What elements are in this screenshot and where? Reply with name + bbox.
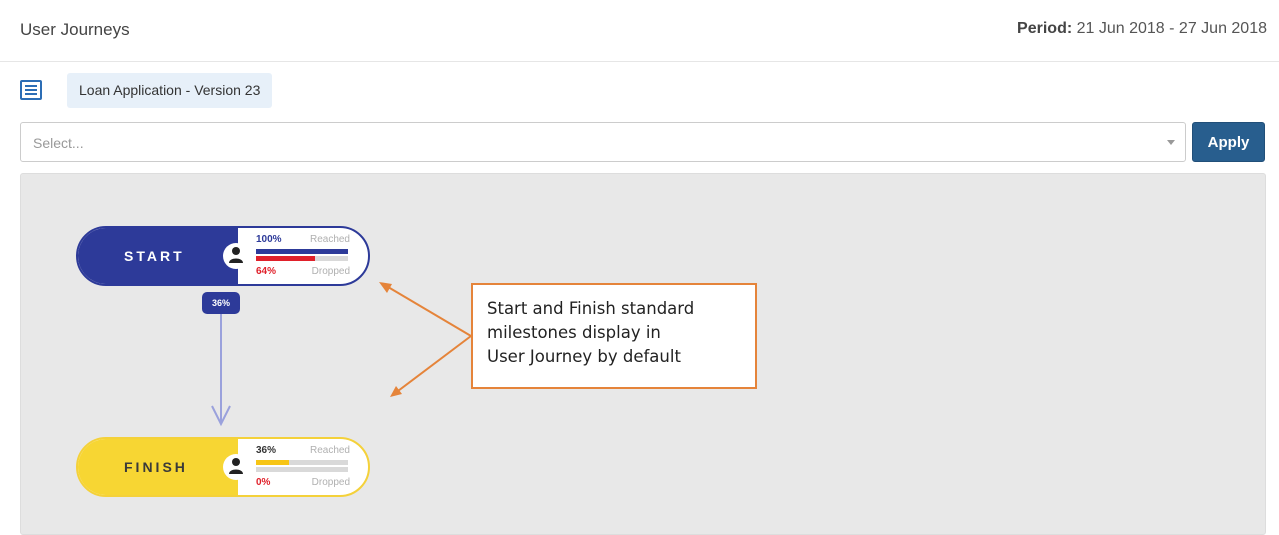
dropped-bar	[256, 256, 348, 261]
callout-line: milestones display in	[487, 323, 661, 342]
list-icon[interactable]	[20, 80, 42, 100]
page-header: User Journeys Period: 21 Jun 2018 - 27 J…	[0, 0, 1279, 62]
reached-stat: 36% Reached	[256, 445, 350, 456]
callout-arrow-finish	[393, 335, 472, 395]
annotation-callout: Start and Finish standard milestones dis…	[471, 283, 757, 389]
reached-bar-fill	[256, 249, 348, 254]
period-value: 21 Jun 2018 - 27 Jun 2018	[1076, 20, 1267, 37]
person-icon	[229, 458, 243, 474]
chevron-down-icon[interactable]	[1167, 140, 1175, 145]
conversion-badge: 36%	[202, 292, 240, 314]
apply-button[interactable]: Apply	[1192, 122, 1265, 162]
arrowhead-icon	[379, 282, 392, 293]
dropped-stat: 64% Dropped	[256, 266, 350, 277]
milestone-select[interactable]: Select...	[20, 122, 1186, 162]
reached-bar-fill	[256, 460, 290, 465]
journey-chip[interactable]: Loan Application - Version 23	[67, 73, 273, 108]
callout-line: User Journey by default	[487, 347, 681, 366]
milestone-label: START	[124, 248, 185, 264]
dropped-bar-fill	[256, 256, 315, 261]
page-title: User Journeys	[20, 20, 130, 39]
journey-canvas: START 100% Reached 64% Dropped 36% FINIS…	[20, 173, 1266, 535]
person-icon	[229, 247, 243, 263]
dropped-bar	[256, 467, 348, 472]
milestone-start[interactable]: START 100% Reached 64% Dropped	[76, 226, 370, 286]
dropped-stat: 0% Dropped	[256, 477, 350, 488]
milestone-label: FINISH	[124, 459, 188, 475]
reached-stat: 100% Reached	[256, 234, 350, 245]
arrowhead-icon	[390, 386, 402, 397]
reached-bar	[256, 460, 348, 465]
select-placeholder: Select...	[33, 135, 84, 151]
period-range: Period: 21 Jun 2018 - 27 Jun 2018	[1017, 20, 1267, 38]
reached-bar	[256, 249, 348, 254]
milestone-finish[interactable]: FINISH 36% Reached 0% Dropped	[76, 437, 370, 497]
period-label: Period:	[1017, 20, 1073, 37]
callout-line: Start and Finish standard	[487, 299, 695, 318]
callout-arrow-start	[382, 283, 472, 337]
